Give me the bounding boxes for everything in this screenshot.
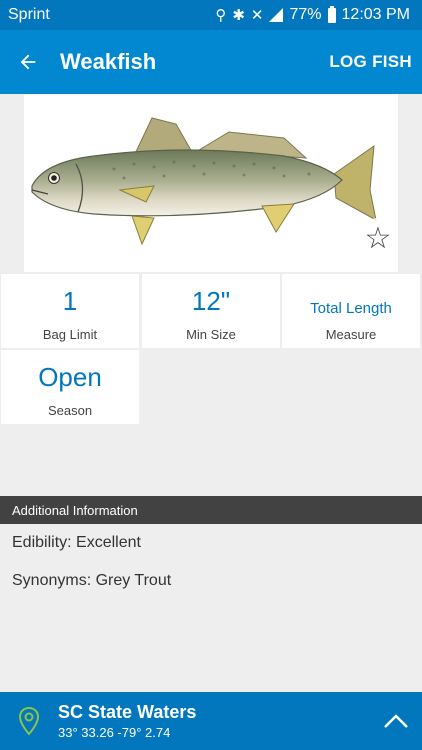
- signal-icon: [269, 8, 284, 22]
- chevron-up-icon: [384, 714, 408, 728]
- bag-limit-label: Bag Limit: [42, 327, 98, 342]
- synonyms-text: Synonyms: Grey Trout: [12, 572, 172, 589]
- page-title: Weakfish: [60, 49, 157, 74]
- status-bar: Sprint ⚲ ✱ ✕ 77% 12:03 PM: [0, 0, 422, 30]
- log-fish-button[interactable]: LOG FISH: [319, 52, 422, 72]
- expand-location-button[interactable]: [370, 692, 422, 750]
- status-icons: ⚲ ✱ ✕ 77% 12:03 PM: [215, 5, 410, 24]
- carrier-label: Sprint: [8, 6, 50, 23]
- map-pin-icon: [0, 692, 58, 750]
- min-size-tile: 12" Min Size: [142, 274, 280, 348]
- back-button[interactable]: [0, 30, 56, 94]
- bluetooth-icon: ✱: [232, 7, 245, 24]
- season-tile: Open Season: [1, 350, 139, 424]
- battery-percent: 77%: [289, 6, 322, 23]
- favorite-button[interactable]: ☆: [358, 218, 398, 258]
- location-icon: ⚲: [215, 7, 227, 24]
- arrow-left-icon: [20, 54, 36, 70]
- season-value: Open: [38, 362, 102, 392]
- location-info: SC State Waters 33° 33.26 -79° 2.74: [58, 702, 370, 740]
- app-bar: Weakfish LOG FISH: [0, 30, 422, 94]
- clock: 12:03 PM: [341, 6, 410, 23]
- location-coords: 33° 33.26 -79° 2.74: [58, 725, 171, 740]
- edibility-text: Edibility: Excellent: [12, 534, 141, 551]
- star-outline-icon: ☆: [364, 221, 392, 255]
- measure-tile: Total Length Measure: [282, 274, 420, 348]
- measure-value: Total Length: [310, 300, 392, 317]
- location-name: SC State Waters: [58, 702, 197, 722]
- additional-info-header: Additional Information: [0, 496, 422, 524]
- bag-limit-value: 1: [62, 286, 78, 316]
- measure-label: Measure: [325, 327, 377, 342]
- min-size-value: 12": [191, 286, 231, 316]
- min-size-label: Min Size: [186, 327, 236, 342]
- fish-image: ☆: [24, 94, 398, 272]
- battery-icon: [327, 5, 336, 23]
- bag-limit-tile: 1 Bag Limit: [1, 274, 139, 348]
- season-label: Season: [47, 403, 93, 418]
- location-bar[interactable]: SC State Waters 33° 33.26 -79° 2.74: [0, 692, 422, 750]
- mute-icon: ✕: [250, 7, 264, 24]
- weakfish-illustration: [31, 117, 377, 246]
